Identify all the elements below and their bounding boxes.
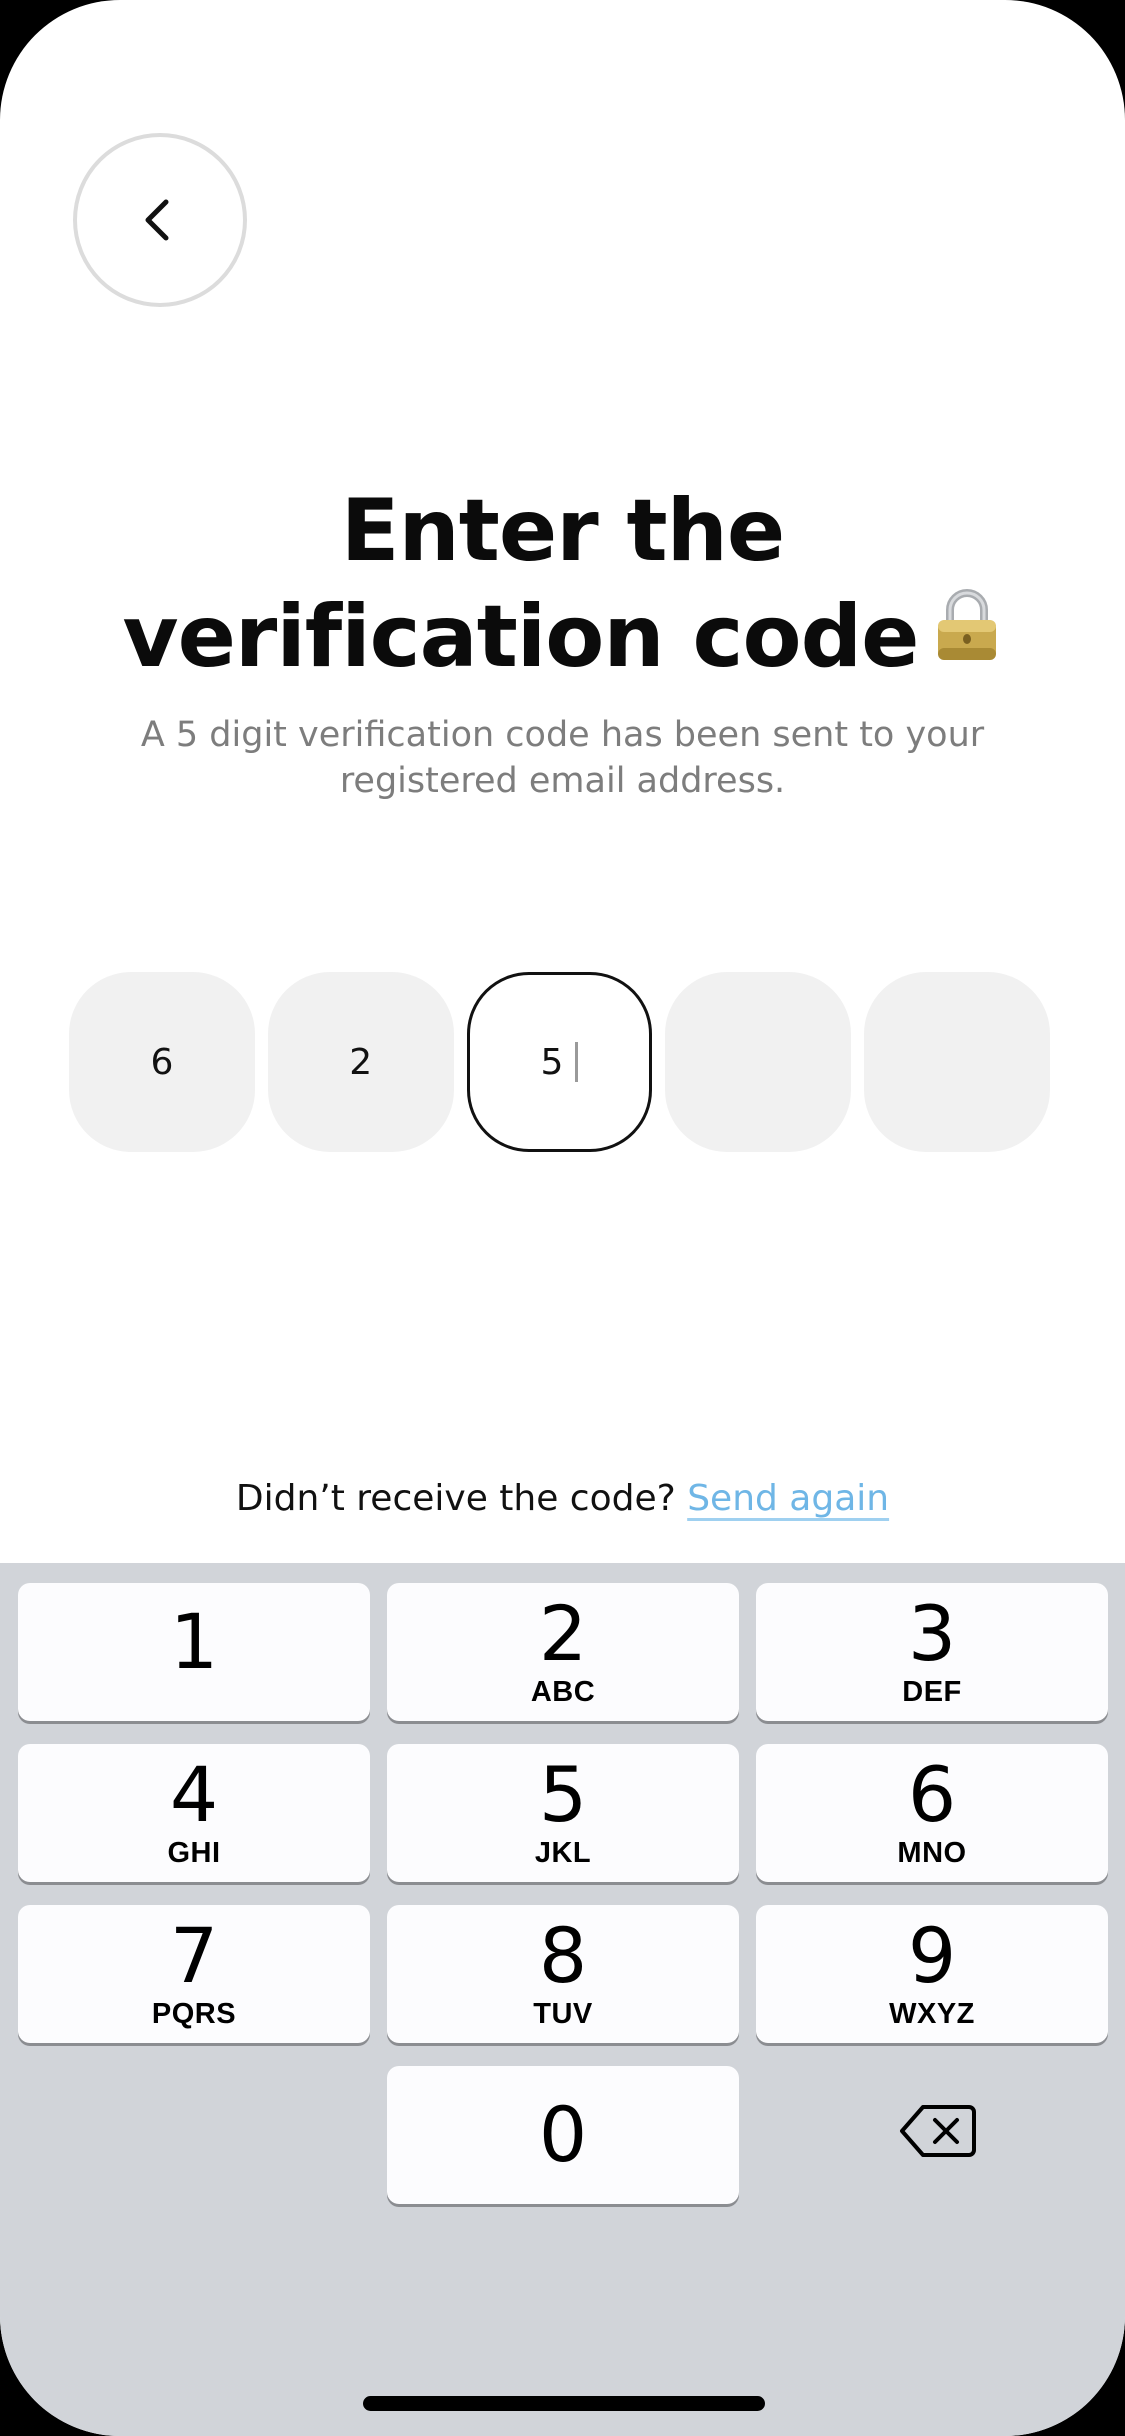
key-0[interactable]: 0 xyxy=(387,2066,739,2204)
home-indicator[interactable] xyxy=(363,2396,765,2411)
numeric-keypad: 1 2 ABC 3 DEF 4 GHI 5 JKL 6 MNO 7 PQRS 8 xyxy=(0,1563,1125,2436)
code-digit-2: 2 xyxy=(349,1041,373,1083)
code-digit-box-4[interactable] xyxy=(665,972,852,1152)
code-input-row[interactable]: 6 2 5 xyxy=(69,972,1050,1152)
key-3-letters: DEF xyxy=(902,1676,962,1708)
key-7[interactable]: 7 PQRS xyxy=(18,1905,370,2043)
key-2-letters: ABC xyxy=(530,1676,596,1708)
key-7-digit: 7 xyxy=(169,1911,219,2000)
key-2-digit: 2 xyxy=(538,1589,588,1678)
key-8[interactable]: 8 TUV xyxy=(387,1905,739,2043)
back-button[interactable] xyxy=(73,133,247,307)
text-caret xyxy=(575,1042,579,1082)
key-1[interactable]: 1 xyxy=(18,1583,370,1721)
phone-screen: Enter the verification code A 5 digit ve… xyxy=(0,0,1125,2436)
code-digit-1: 6 xyxy=(150,1041,174,1083)
key-5-digit: 5 xyxy=(538,1750,588,1839)
key-4-letters: GHI xyxy=(167,1837,221,1869)
code-digit-box-3[interactable]: 5 xyxy=(466,972,653,1152)
resend-row: Didn’t receive the code? Send again xyxy=(0,1478,1125,1519)
key-9-digit: 9 xyxy=(907,1911,957,2000)
title-line-1: Enter the xyxy=(340,481,785,581)
code-digit-3: 5 xyxy=(540,1041,564,1083)
code-digit-box-5[interactable] xyxy=(864,972,1050,1152)
key-9-letters: WXYZ xyxy=(889,1998,975,2030)
key-7-letters: PQRS xyxy=(151,1998,237,2030)
key-6-letters: MNO xyxy=(897,1837,967,1869)
key-2[interactable]: 2 ABC xyxy=(387,1583,739,1721)
code-digit-box-2[interactable]: 2 xyxy=(267,972,454,1152)
title-line-2: verification code xyxy=(0,584,1125,696)
page-title: Enter the verification code xyxy=(0,478,1125,696)
key-9[interactable]: 9 WXYZ xyxy=(756,1905,1108,2043)
key-4[interactable]: 4 GHI xyxy=(18,1744,370,1882)
backspace-icon xyxy=(900,2105,976,2157)
resend-prompt: Didn’t receive the code? xyxy=(235,1478,676,1519)
subtitle: A 5 digit verification code has been sen… xyxy=(140,715,985,801)
key-8-digit: 8 xyxy=(538,1911,588,2000)
key-3[interactable]: 3 DEF xyxy=(756,1583,1108,1721)
chevron-left-icon xyxy=(145,199,169,241)
code-digit-box-1[interactable]: 6 xyxy=(69,972,255,1152)
key-1-digit: 1 xyxy=(169,1597,219,1686)
send-again-link[interactable]: Send again xyxy=(687,1478,889,1519)
key-4-digit: 4 xyxy=(169,1750,219,1839)
key-6[interactable]: 6 MNO xyxy=(756,1744,1108,1882)
key-5[interactable]: 5 JKL xyxy=(387,1744,739,1882)
key-5-letters: JKL xyxy=(534,1837,592,1869)
delete-key[interactable] xyxy=(868,2068,1008,2194)
lock-icon xyxy=(932,582,1002,688)
key-6-digit: 6 xyxy=(907,1750,957,1839)
key-0-digit: 0 xyxy=(538,2090,588,2179)
key-8-letters: TUV xyxy=(533,1998,593,2030)
title-line-2-text: verification code xyxy=(122,587,920,687)
key-3-digit: 3 xyxy=(907,1589,957,1678)
